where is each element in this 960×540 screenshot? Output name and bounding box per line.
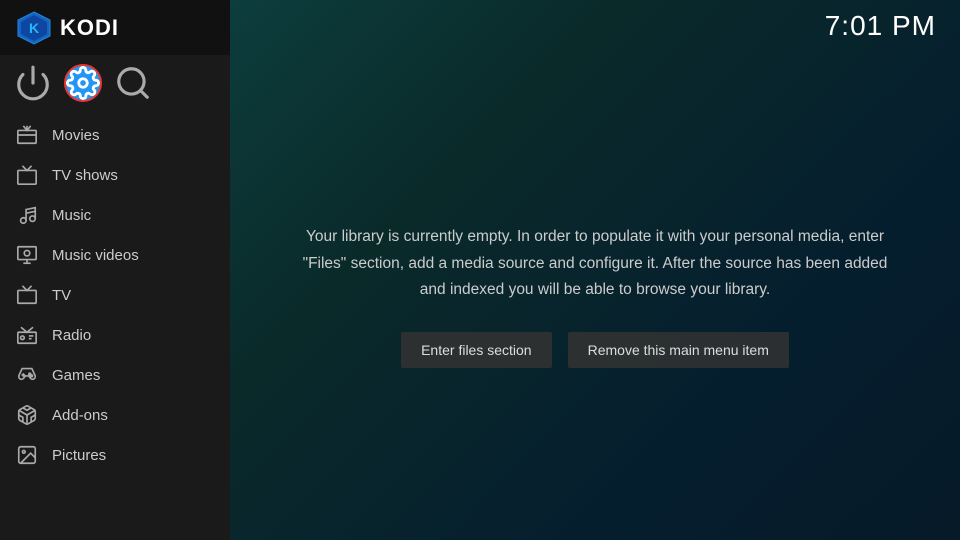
sidebar-item-games[interactable]: Games	[0, 355, 230, 395]
sidebar-item-movies-label: Movies	[52, 127, 100, 144]
sidebar-item-music-label: Music	[52, 207, 91, 224]
sidebar-item-pictures[interactable]: Pictures	[0, 435, 230, 475]
music-icon	[16, 204, 38, 226]
action-buttons: Enter files section Remove this main men…	[401, 332, 789, 368]
sidebar-header: K KODI	[0, 0, 230, 55]
sidebar-item-music-videos[interactable]: Music videos	[0, 235, 230, 275]
tv-icon	[16, 284, 38, 306]
app-title: KODI	[60, 15, 119, 41]
sidebar: K KODI	[0, 0, 230, 540]
sidebar-item-music[interactable]: Music	[0, 195, 230, 235]
content-area: Your library is currently empty. In orde…	[230, 52, 960, 540]
library-empty-message: Your library is currently empty. In orde…	[290, 224, 900, 303]
kodi-logo-icon: K	[16, 10, 52, 46]
movies-icon	[16, 124, 38, 146]
remove-menu-item-button[interactable]: Remove this main menu item	[568, 332, 789, 368]
sidebar-item-tv-shows-label: TV shows	[52, 167, 118, 184]
sidebar-nav: Movies TV shows Music	[0, 111, 230, 540]
settings-button[interactable]	[64, 64, 102, 102]
main-content: 7:01 PM Your library is currently empty.…	[230, 0, 960, 540]
sidebar-item-music-videos-label: Music videos	[52, 247, 139, 264]
addons-icon	[16, 404, 38, 426]
sidebar-item-radio[interactable]: Radio	[0, 315, 230, 355]
pictures-icon	[16, 444, 38, 466]
tvshows-icon	[16, 164, 38, 186]
radio-icon	[16, 324, 38, 346]
sidebar-item-pictures-label: Pictures	[52, 447, 106, 464]
sidebar-item-tv[interactable]: TV	[0, 275, 230, 315]
sidebar-item-tv-label: TV	[52, 287, 71, 304]
enter-files-section-button[interactable]: Enter files section	[401, 332, 552, 368]
top-bar: 7:01 PM	[230, 0, 960, 52]
search-button[interactable]	[114, 64, 152, 102]
svg-text:K: K	[29, 20, 39, 36]
sidebar-toolbar	[0, 55, 230, 111]
musicvideos-icon	[16, 244, 38, 266]
sidebar-item-games-label: Games	[52, 367, 100, 384]
clock-display: 7:01 PM	[825, 10, 936, 42]
sidebar-item-add-ons[interactable]: Add-ons	[0, 395, 230, 435]
power-button[interactable]	[14, 64, 52, 102]
sidebar-item-radio-label: Radio	[52, 327, 91, 344]
sidebar-item-add-ons-label: Add-ons	[52, 407, 108, 424]
games-icon	[16, 364, 38, 386]
sidebar-item-tv-shows[interactable]: TV shows	[0, 155, 230, 195]
sidebar-item-movies[interactable]: Movies	[0, 115, 230, 155]
